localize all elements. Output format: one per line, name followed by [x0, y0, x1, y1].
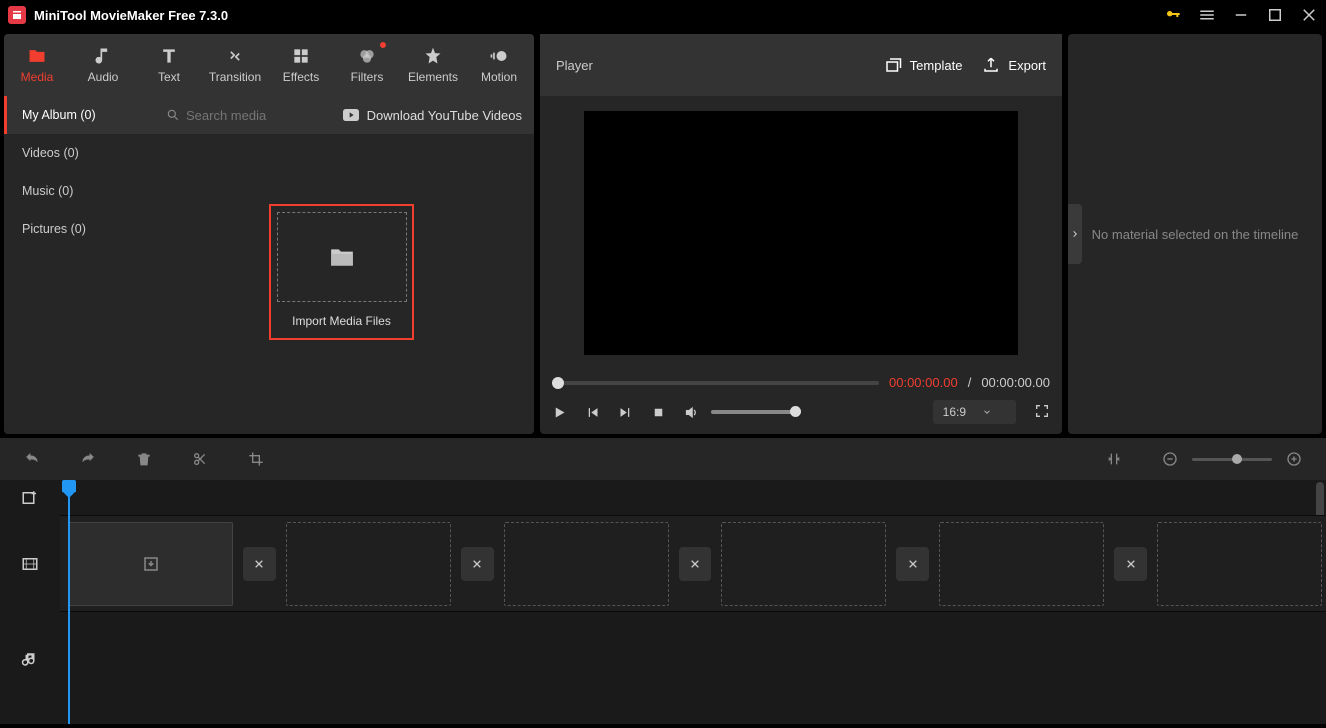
- fullscreen-button[interactable]: [1034, 403, 1050, 422]
- crop-button[interactable]: [248, 451, 264, 467]
- stop-button[interactable]: [651, 405, 666, 420]
- audio-track[interactable]: [60, 612, 1326, 708]
- split-button[interactable]: [192, 451, 208, 467]
- transition-slot[interactable]: [896, 547, 929, 581]
- import-label: Import Media Files: [292, 314, 391, 328]
- play-button[interactable]: [552, 405, 567, 420]
- minimize-button[interactable]: [1232, 6, 1250, 24]
- zoom-in-button[interactable]: [1286, 451, 1302, 467]
- folder-icon: [329, 246, 355, 268]
- search-input[interactable]: [186, 108, 306, 123]
- zoom-slider[interactable]: [1192, 458, 1272, 461]
- timeline-ruler[interactable]: [60, 480, 1326, 516]
- media-panel: Media Audio Text Transition Effects Filt…: [4, 34, 534, 434]
- video-track-icon: [0, 516, 60, 612]
- import-media-button[interactable]: Import Media Files: [269, 204, 414, 340]
- aspect-ratio-select[interactable]: 16:9: [933, 400, 1016, 424]
- zoom-handle[interactable]: [1232, 454, 1242, 464]
- sidebar-item-music[interactable]: Music (0): [4, 172, 154, 210]
- transition-slot[interactable]: [679, 547, 712, 581]
- sidebar-item-videos[interactable]: Videos (0): [4, 134, 154, 172]
- video-track[interactable]: [60, 516, 1326, 612]
- prev-frame-button[interactable]: [585, 405, 600, 420]
- audio-track-icon: [0, 612, 60, 708]
- playhead[interactable]: [68, 480, 70, 724]
- tab-audio[interactable]: Audio: [70, 34, 136, 96]
- preview-canvas: [584, 111, 1018, 355]
- template-icon: [884, 56, 902, 74]
- clip-slot[interactable]: [68, 522, 233, 606]
- chevron-right-icon: [1071, 228, 1079, 240]
- import-clip-icon: [142, 555, 160, 573]
- tab-text[interactable]: Text: [136, 34, 202, 96]
- volume-icon[interactable]: [684, 405, 699, 420]
- tab-elements[interactable]: Elements: [400, 34, 466, 96]
- license-key-icon[interactable]: [1164, 7, 1182, 23]
- timeline: [0, 438, 1326, 724]
- maximize-button[interactable]: [1266, 6, 1284, 24]
- transition-slot[interactable]: [461, 547, 494, 581]
- app-title: MiniTool MovieMaker Free 7.3.0: [34, 8, 1164, 23]
- inspector-message: No material selected on the timeline: [1082, 227, 1309, 242]
- add-track-button[interactable]: [0, 480, 60, 516]
- chevron-down-icon: [982, 407, 992, 417]
- clip-slot[interactable]: [286, 522, 451, 606]
- volume-slider[interactable]: [711, 410, 801, 414]
- volume-handle[interactable]: [790, 406, 801, 417]
- player-panel: Player Template Export 00:00:00.00 / 00:…: [540, 34, 1062, 434]
- clip-slot[interactable]: [504, 522, 669, 606]
- youtube-icon: [343, 109, 359, 121]
- transition-slot[interactable]: [1114, 547, 1147, 581]
- inspector-panel: No material selected on the timeline: [1068, 34, 1322, 434]
- player-title: Player: [556, 58, 864, 73]
- zoom-out-button[interactable]: [1162, 451, 1178, 467]
- close-button[interactable]: [1300, 6, 1318, 24]
- clip-slot[interactable]: [1157, 522, 1322, 606]
- template-button[interactable]: Template: [884, 56, 963, 74]
- time-total: 00:00:00.00: [981, 375, 1050, 390]
- sidebar-item-my-album[interactable]: My Album (0): [4, 96, 154, 134]
- sidebar-item-pictures[interactable]: Pictures (0): [4, 210, 154, 248]
- tab-motion[interactable]: Motion: [466, 34, 532, 96]
- redo-button[interactable]: [80, 451, 96, 467]
- download-youtube-button[interactable]: Download YouTube Videos: [343, 108, 522, 123]
- next-frame-button[interactable]: [618, 405, 633, 420]
- clip-slot[interactable]: [939, 522, 1104, 606]
- export-button[interactable]: Export: [982, 56, 1046, 74]
- clip-slot[interactable]: [721, 522, 886, 606]
- playback-scrubber[interactable]: [552, 381, 879, 385]
- timeline-toolbar: [0, 438, 1326, 480]
- app-logo: [8, 6, 26, 24]
- inspector-collapse-toggle[interactable]: [1068, 204, 1082, 264]
- menu-icon[interactable]: [1198, 6, 1216, 24]
- search-icon: [166, 108, 180, 122]
- time-current: 00:00:00.00: [889, 375, 958, 390]
- tab-filters[interactable]: Filters: [334, 34, 400, 96]
- timeline-fit-button[interactable]: [1106, 451, 1122, 467]
- delete-button[interactable]: [136, 451, 152, 467]
- export-icon: [982, 56, 1000, 74]
- tab-transition[interactable]: Transition: [202, 34, 268, 96]
- tab-media[interactable]: Media: [4, 34, 70, 96]
- undo-button[interactable]: [24, 451, 40, 467]
- scrubber-handle[interactable]: [552, 377, 564, 389]
- search-media[interactable]: [166, 108, 333, 123]
- title-bar: MiniTool MovieMaker Free 7.3.0: [0, 0, 1326, 30]
- tab-effects[interactable]: Effects: [268, 34, 334, 96]
- media-sidebar: My Album (0) Videos (0) Music (0) Pictur…: [4, 96, 154, 434]
- main-tabs: Media Audio Text Transition Effects Filt…: [4, 34, 534, 96]
- transition-slot[interactable]: [243, 547, 276, 581]
